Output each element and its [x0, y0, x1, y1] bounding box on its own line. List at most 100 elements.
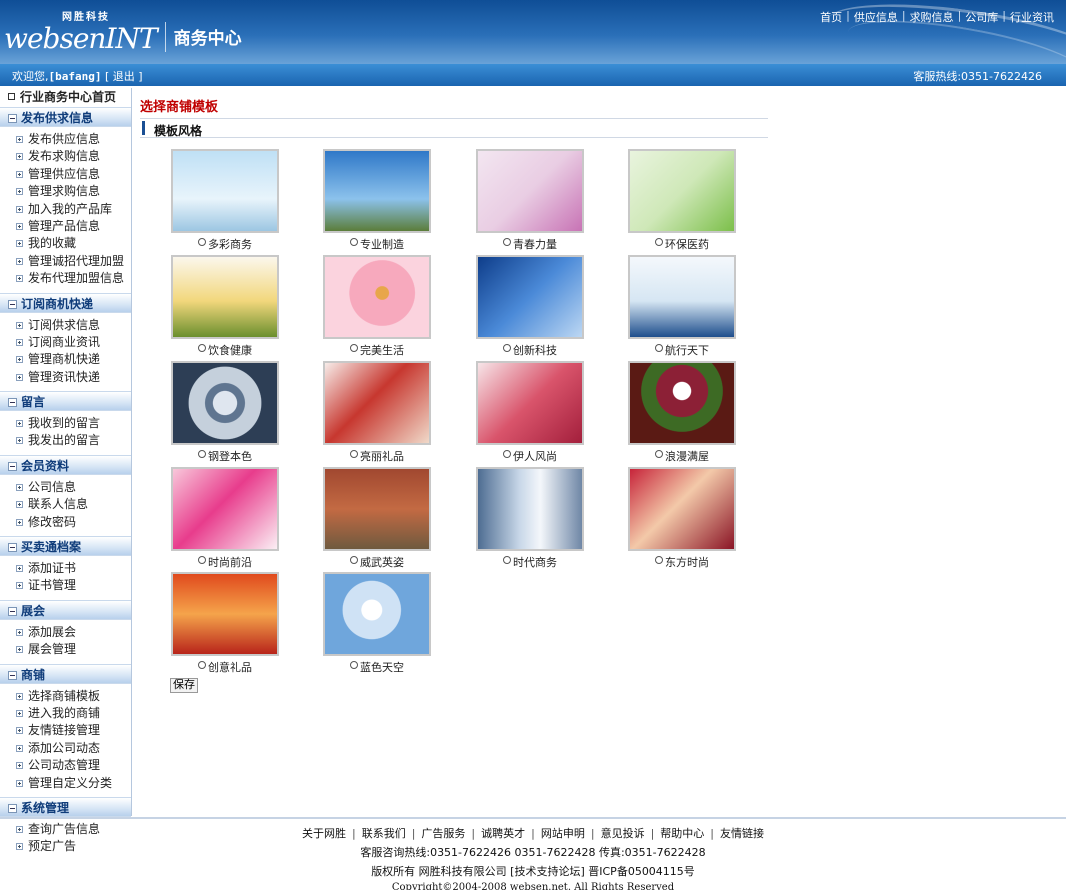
sidebar-item[interactable]: 我发出的留言: [0, 432, 131, 449]
template-radio[interactable]: [655, 238, 663, 246]
sidebar-item[interactable]: 管理诚招代理加盟: [0, 253, 131, 270]
template-radio-option[interactable]: 时代商务: [476, 554, 584, 570]
template-radio-option[interactable]: 环保医药: [628, 236, 736, 252]
footer-link[interactable]: 友情链接: [720, 827, 764, 840]
footer-link[interactable]: 帮助中心: [660, 827, 704, 840]
pink-flower-thumbnail[interactable]: [323, 255, 431, 339]
sidebar-item[interactable]: 管理商机快递: [0, 351, 131, 368]
template-radio-option[interactable]: 钢登本色: [171, 448, 279, 464]
sidebar-section-header[interactable]: 系统管理: [0, 796, 131, 817]
sidebar-item[interactable]: 我的收藏: [0, 235, 131, 252]
sidebar-item[interactable]: 发布代理加盟信息: [0, 270, 131, 287]
sidebar-item[interactable]: 管理资讯快递: [0, 369, 131, 386]
template-radio[interactable]: [350, 344, 358, 352]
template-radio-option[interactable]: 时尚前沿: [171, 554, 279, 570]
logo[interactable]: websenINT 网胜科技 商务中心: [4, 8, 242, 54]
cruise-ship-thumbnail[interactable]: [628, 255, 736, 339]
sidebar-section-header[interactable]: 发布供求信息: [0, 107, 131, 127]
sidebar-item[interactable]: 管理自定义分类: [0, 775, 131, 792]
template-radio-option[interactable]: 专业制造: [323, 236, 431, 252]
footer-link[interactable]: 广告服务: [421, 827, 465, 840]
butterfly-art-thumbnail[interactable]: [171, 467, 279, 551]
template-radio-option[interactable]: 亮丽礼品: [323, 448, 431, 464]
template-radio-option[interactable]: 多彩商务: [171, 236, 279, 252]
template-radio-option[interactable]: 伊人风尚: [476, 448, 584, 464]
sidebar-item[interactable]: 管理产品信息: [0, 218, 131, 235]
sidebar-item[interactable]: 联系人信息: [0, 496, 131, 513]
youth-fashion-thumbnail[interactable]: [476, 149, 584, 233]
oriental-woman-thumbnail[interactable]: [628, 467, 736, 551]
template-radio-option[interactable]: 浪漫满屋: [628, 448, 736, 464]
template-radio-option[interactable]: 东方时尚: [628, 554, 736, 570]
steel-gears-thumbnail[interactable]: [171, 361, 279, 445]
sidebar-section-header[interactable]: 留言: [0, 391, 131, 412]
template-radio[interactable]: [655, 556, 663, 564]
sidebar-item[interactable]: 修改密码: [0, 514, 131, 531]
template-radio[interactable]: [198, 238, 206, 246]
logout-link[interactable]: [ 退出 ]: [105, 70, 143, 83]
template-radio-option[interactable]: 航行天下: [628, 342, 736, 358]
template-radio[interactable]: [350, 661, 358, 669]
template-radio[interactable]: [503, 344, 511, 352]
stone-lion-thumbnail[interactable]: [323, 467, 431, 551]
windmill-thumbnail[interactable]: [323, 149, 431, 233]
save-button[interactable]: 保存: [170, 678, 198, 693]
sidebar-section-header[interactable]: 订阅商机快递: [0, 292, 131, 313]
sidebar-item[interactable]: 公司动态管理: [0, 757, 131, 774]
sidebar-item[interactable]: 订阅供求信息: [0, 317, 131, 334]
sidebar-section-header[interactable]: 会员资料: [0, 454, 131, 475]
template-radio[interactable]: [350, 556, 358, 564]
template-radio[interactable]: [198, 661, 206, 669]
template-radio[interactable]: [198, 450, 206, 458]
sidebar-item[interactable]: 展会管理: [0, 641, 131, 658]
template-radio[interactable]: [503, 450, 511, 458]
footer-link[interactable]: 网站申明: [541, 827, 585, 840]
skyscraper-thumbnail[interactable]: [476, 467, 584, 551]
top-nav-link-1[interactable]: 供应信息: [854, 9, 898, 25]
medicine-pill-thumbnail[interactable]: [628, 149, 736, 233]
footer-link[interactable]: 关于网胜: [302, 827, 346, 840]
top-nav-link-2[interactable]: 求购信息: [910, 9, 954, 25]
sidebar-section-header[interactable]: 展会: [0, 599, 131, 620]
sidebar-section-header[interactable]: 商铺: [0, 663, 131, 684]
top-nav-link-0[interactable]: 首页: [820, 9, 842, 25]
sidebar-item[interactable]: 添加证书: [0, 560, 131, 577]
sidebar-item[interactable]: 添加公司动态: [0, 740, 131, 757]
lady-silk-thumbnail[interactable]: [476, 361, 584, 445]
footer-link[interactable]: 联系我们: [362, 827, 406, 840]
footer-link[interactable]: 诚聘英才: [481, 827, 525, 840]
template-radio[interactable]: [350, 238, 358, 246]
corn-food-thumbnail[interactable]: [171, 255, 279, 339]
template-radio[interactable]: [198, 344, 206, 352]
sidebar-item[interactable]: 证书管理: [0, 577, 131, 594]
flower-bowl-thumbnail[interactable]: [628, 361, 736, 445]
template-radio[interactable]: [198, 556, 206, 564]
sidebar-item[interactable]: 添加展会: [0, 624, 131, 641]
mobile-phone-thumbnail[interactable]: [476, 255, 584, 339]
template-radio-option[interactable]: 创新科技: [476, 342, 584, 358]
white-dove-thumbnail[interactable]: [323, 572, 431, 656]
sidebar-item[interactable]: 友情链接管理: [0, 722, 131, 739]
sidebar-item[interactable]: 管理供应信息: [0, 166, 131, 183]
template-radio[interactable]: [350, 450, 358, 458]
template-radio[interactable]: [655, 450, 663, 458]
template-radio[interactable]: [503, 556, 511, 564]
sidebar-item[interactable]: 管理求购信息: [0, 183, 131, 200]
sidebar-item[interactable]: 发布求购信息: [0, 148, 131, 165]
sidebar-section-header[interactable]: 买卖通档案: [0, 536, 131, 557]
top-nav-link-3[interactable]: 公司库: [965, 9, 998, 25]
template-radio-option[interactable]: 青春力量: [476, 236, 584, 252]
template-radio-option[interactable]: 威武英姿: [323, 554, 431, 570]
template-radio-option[interactable]: 蓝色天空: [323, 659, 431, 675]
template-radio-option[interactable]: 完美生活: [323, 342, 431, 358]
sidebar-item[interactable]: 加入我的产品库: [0, 201, 131, 218]
sidebar-home-link[interactable]: 行业商务中心首页: [0, 88, 131, 107]
sidebar-item[interactable]: 进入我的商铺: [0, 705, 131, 722]
gift-box-thumbnail[interactable]: [323, 361, 431, 445]
top-nav-link-4[interactable]: 行业资讯: [1010, 9, 1054, 25]
business-handshake-thumbnail[interactable]: [171, 149, 279, 233]
template-radio-option[interactable]: 创意礼品: [171, 659, 279, 675]
sidebar-item[interactable]: 发布供应信息: [0, 131, 131, 148]
sidebar-item[interactable]: 订阅商业资讯: [0, 334, 131, 351]
sidebar-item[interactable]: 选择商铺模板: [0, 688, 131, 705]
